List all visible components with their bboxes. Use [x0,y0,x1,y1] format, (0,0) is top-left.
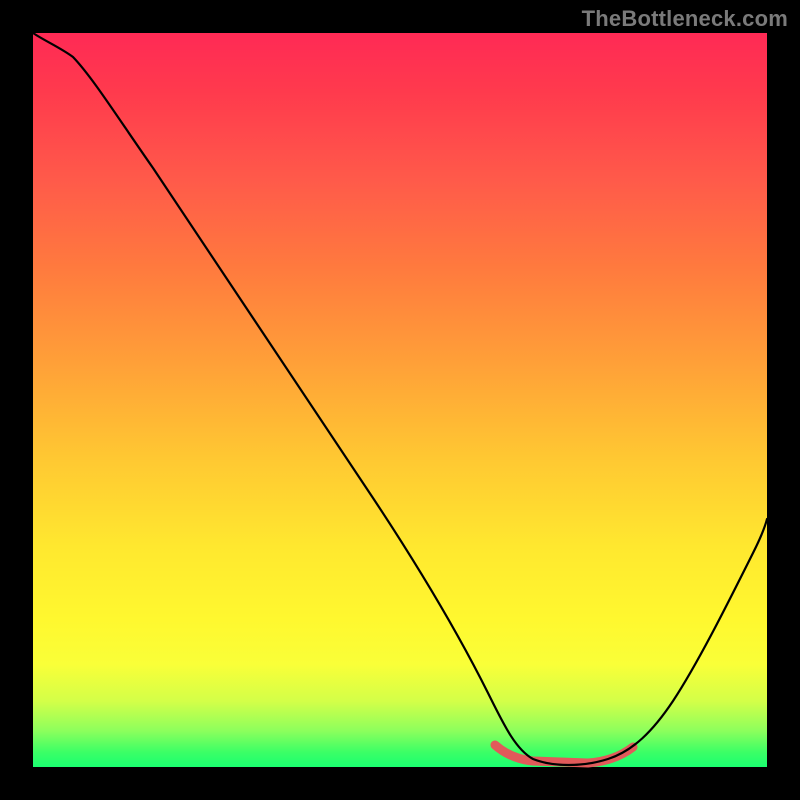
bottleneck-curve [33,33,767,765]
chart-svg [33,33,767,767]
highlight-segment [495,745,633,763]
plot-area [33,33,767,767]
watermark-text: TheBottleneck.com [582,6,788,32]
chart-frame: TheBottleneck.com [0,0,800,800]
